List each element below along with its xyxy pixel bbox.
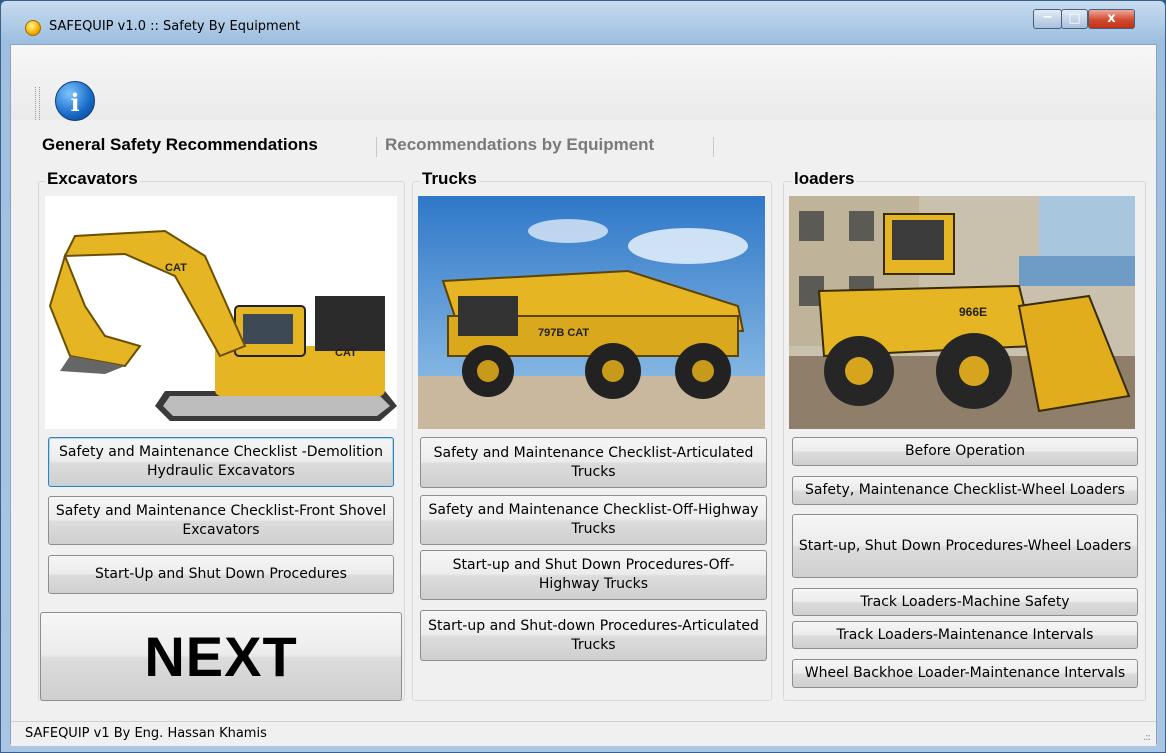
title-bar[interactable]: SAFEQUIP v1.0 :: Safety By Equipment − □… <box>1 1 1165 45</box>
demolition-excavators-checklist-button[interactable]: Safety and Maintenance Checklist -Demoli… <box>48 437 394 487</box>
svg-text:CAT: CAT <box>335 347 357 359</box>
excavator-image: CAT CAT <box>45 196 397 429</box>
next-button[interactable]: NEXT <box>40 612 402 701</box>
loader-illustration: 966E <box>789 196 1135 429</box>
track-loaders-maintenance-button[interactable]: Track Loaders-Maintenance Intervals <box>792 621 1138 649</box>
trucks-title: Trucks <box>420 169 479 189</box>
toolbar: i <box>11 45 1156 121</box>
excavator-startup-shutdown-button[interactable]: Start-Up and Shut Down Procedures <box>48 555 394 594</box>
off-highway-startup-shutdown-button[interactable]: Start-up and Shut Down Procedures-Off-Hi… <box>420 550 767 600</box>
front-shovel-checklist-button[interactable]: Safety and Maintenance Checklist-Front S… <box>48 496 394 545</box>
toolbar-grip[interactable] <box>35 87 40 120</box>
before-operation-button[interactable]: Before Operation <box>792 437 1138 466</box>
info-icon[interactable]: i <box>55 81 95 121</box>
status-text: SAFEQUIP v1 By Eng. Hassan Khamis <box>25 726 267 741</box>
loaders-title: loaders <box>792 169 857 189</box>
excavator-illustration: CAT CAT <box>45 196 397 429</box>
off-highway-trucks-checklist-button[interactable]: Safety and Maintenance Checklist-Off-Hig… <box>420 495 767 545</box>
minimize-button[interactable]: − <box>1033 9 1062 29</box>
svg-text:966E: 966E <box>959 305 987 319</box>
loader-image: 966E <box>789 196 1135 429</box>
tab-divider <box>713 137 714 157</box>
maximize-button[interactable]: □ <box>1061 9 1088 29</box>
maximize-icon: □ <box>1068 11 1081 26</box>
svg-text:CAT: CAT <box>165 262 187 274</box>
close-icon: x <box>1107 11 1116 26</box>
track-loaders-machine-safety-button[interactable]: Track Loaders-Machine Safety <box>792 588 1138 616</box>
resize-grip-icon[interactable]: .:: <box>1143 732 1151 743</box>
tab-recommendations-by-equipment[interactable]: Recommendations by Equipment <box>385 135 654 155</box>
svg-text:797B CAT: 797B CAT <box>538 327 589 339</box>
articulated-trucks-checklist-button[interactable]: Safety and Maintenance Checklist-Articul… <box>420 437 767 488</box>
minimize-icon: − <box>1042 10 1053 25</box>
close-button[interactable]: x <box>1088 9 1135 29</box>
tab-general-safety[interactable]: General Safety Recommendations <box>42 135 318 155</box>
backhoe-loader-maintenance-button[interactable]: Wheel Backhoe Loader-Maintenance Interva… <box>792 659 1138 688</box>
wheel-loaders-checklist-button[interactable]: Safety, Maintenance Checklist-Wheel Load… <box>792 476 1138 505</box>
client-area: i General Safety Recommendations Recomme… <box>10 44 1157 746</box>
excavators-title: Excavators <box>45 169 140 189</box>
app-icon <box>25 20 41 36</box>
status-bar: SAFEQUIP v1 By Eng. Hassan Khamis .:: <box>11 721 1156 746</box>
tab-divider <box>376 137 377 157</box>
truck-illustration: 797B CAT <box>418 196 765 429</box>
app-window: SAFEQUIP v1.0 :: Safety By Equipment − □… <box>0 0 1166 753</box>
wheel-loaders-startup-shutdown-button[interactable]: Start-up, Shut Down Procedures-Wheel Loa… <box>792 514 1138 578</box>
truck-image: 797B CAT <box>418 196 765 429</box>
window-title: SAFEQUIP v1.0 :: Safety By Equipment <box>49 19 301 34</box>
articulated-startup-shutdown-button[interactable]: Start-up and Shut-down Procedures-Articu… <box>420 610 767 661</box>
